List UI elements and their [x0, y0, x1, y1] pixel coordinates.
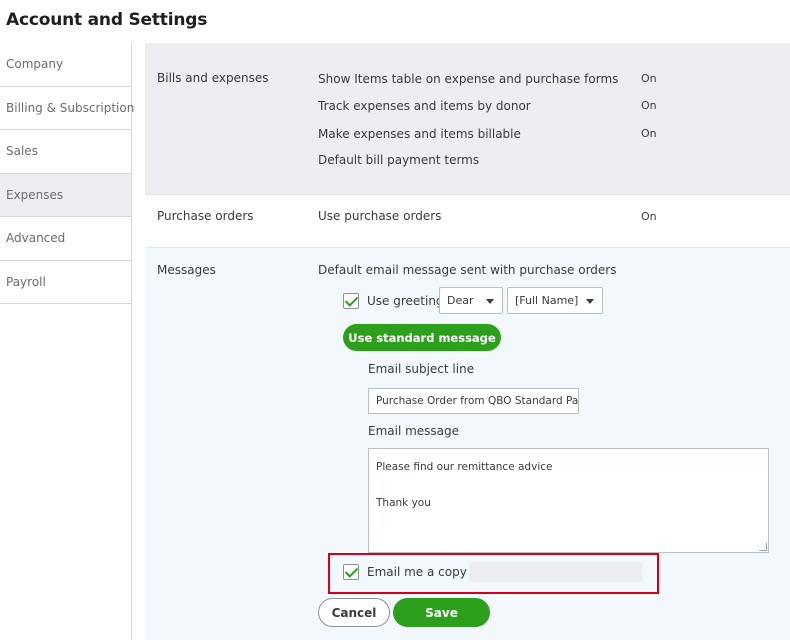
- settings-sidebar: Company Billing & Subscription Sales Exp…: [0, 43, 134, 640]
- use-greeting-label: Use greeting: [367, 294, 444, 308]
- cancel-button[interactable]: Cancel: [318, 598, 390, 627]
- name-select-value: [Full Name]: [515, 294, 579, 307]
- bills-section-title: Bills and expenses: [157, 71, 269, 85]
- email-subject-input[interactable]: Purchase Order from QBO Standard Pa: [368, 388, 579, 414]
- sidebar-item-payroll[interactable]: Payroll: [0, 261, 131, 304]
- sidebar-item-advanced[interactable]: Advanced: [0, 217, 131, 261]
- messages-title: Messages: [157, 263, 216, 277]
- bills-and-expenses-section[interactable]: Bills and expenses Show Items table on e…: [145, 43, 790, 195]
- default-bill-terms-label: Default bill payment terms: [318, 153, 480, 167]
- billable-label: Make expenses and items billable: [318, 127, 521, 141]
- use-purchase-orders-value: On: [641, 210, 657, 223]
- purchase-orders-title: Purchase orders: [157, 209, 254, 223]
- email-message-label: Email message: [368, 424, 460, 438]
- email-message-line-2: Thank you: [376, 497, 431, 509]
- use-greeting-checkbox[interactable]: [343, 293, 359, 309]
- email-subject-label: Email subject line: [368, 362, 475, 376]
- page-title: Account and Settings: [6, 10, 208, 30]
- messages-section: Messages Default email message sent with…: [145, 248, 790, 640]
- resize-handle-icon[interactable]: [759, 543, 767, 551]
- email-message-line-1: Please find our remittance advice: [376, 461, 553, 473]
- sidebar-item-billing-subscription[interactable]: Billing & Subscription: [0, 87, 134, 130]
- sidebar-item-sales[interactable]: Sales: [0, 130, 131, 174]
- show-items-table-label: Show Items table on expense and purchase…: [318, 72, 619, 86]
- use-purchase-orders-label: Use purchase orders: [318, 209, 442, 223]
- messages-description: Default email message sent with purchase…: [318, 263, 617, 277]
- email-copy-label: Email me a copy at: [367, 565, 483, 579]
- email-copy-checkbox[interactable]: [343, 564, 359, 580]
- save-button[interactable]: Save: [393, 598, 490, 627]
- track-by-donor-label: Track expenses and items by donor: [318, 99, 531, 113]
- chevron-down-icon: [486, 299, 494, 304]
- greeting-select[interactable]: Dear: [439, 287, 503, 314]
- sidebar-item-expenses[interactable]: Expenses: [0, 173, 131, 217]
- chevron-down-icon: [586, 299, 594, 304]
- show-items-table-value: On: [641, 72, 657, 85]
- billable-value: On: [641, 127, 657, 140]
- purchase-orders-section[interactable]: Purchase orders Use purchase orders On: [145, 195, 790, 248]
- email-message-textarea[interactable]: Please find our remittance advice Thank …: [368, 448, 769, 553]
- sidebar-item-company[interactable]: Company: [0, 43, 131, 87]
- email-copy-address-field[interactable]: [470, 562, 642, 582]
- greeting-select-value: Dear: [447, 294, 474, 307]
- use-standard-message-button[interactable]: Use standard message: [343, 324, 501, 351]
- track-by-donor-value: On: [641, 99, 657, 112]
- name-select[interactable]: [Full Name]: [507, 287, 603, 314]
